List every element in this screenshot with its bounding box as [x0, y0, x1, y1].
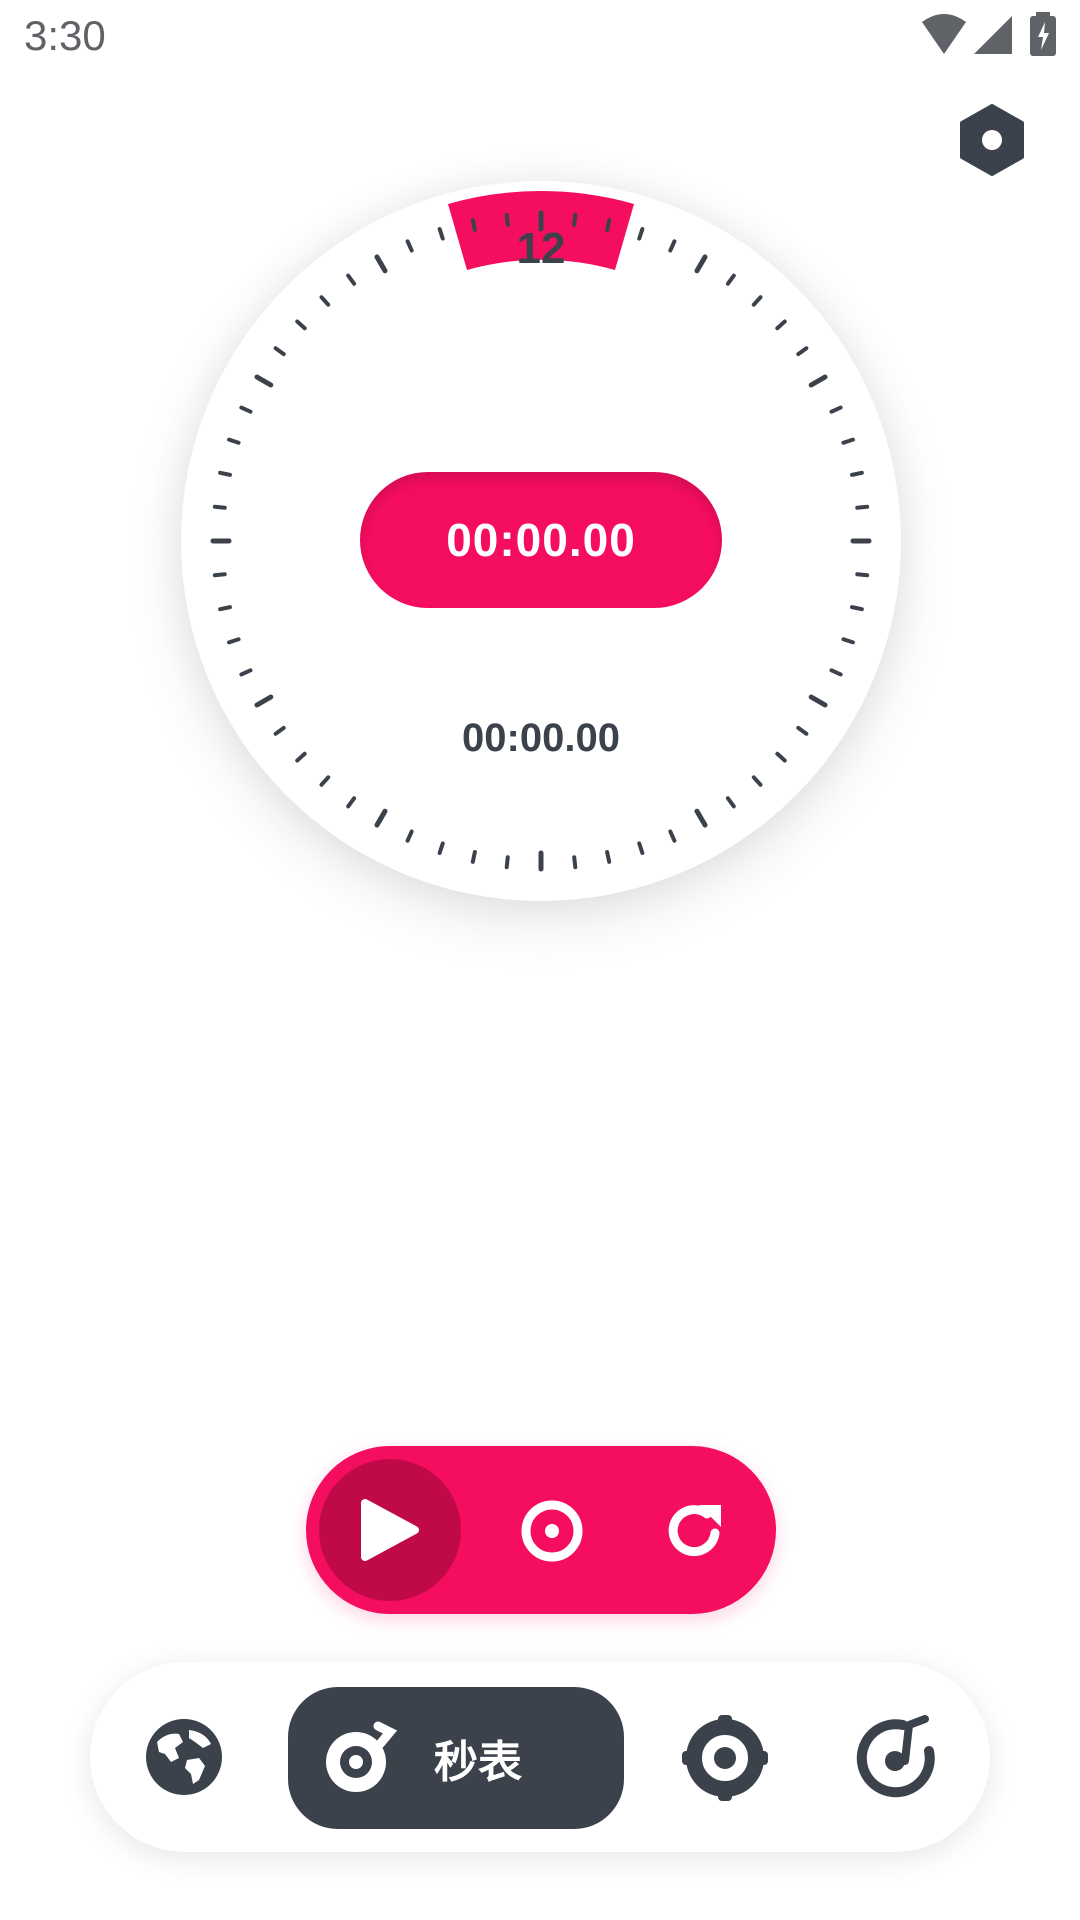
dial-tick — [239, 668, 253, 677]
dial-tick — [796, 346, 809, 357]
dial-tick — [227, 437, 241, 445]
dial-tick — [637, 227, 645, 241]
dial-tick — [808, 374, 828, 388]
lap-button[interactable] — [512, 1491, 592, 1571]
dial-tick — [751, 775, 763, 787]
dial-tick — [504, 212, 510, 227]
dial-tick — [437, 227, 445, 241]
dial-tick — [218, 470, 232, 477]
dial-tick — [668, 239, 677, 253]
dial-tick — [470, 850, 477, 864]
dial-tick — [775, 751, 787, 763]
lap-target-icon — [521, 1500, 583, 1562]
wifi-icon — [922, 14, 966, 54]
timer-icon — [682, 1715, 768, 1801]
dial-tick — [374, 808, 388, 828]
dial-tick — [239, 405, 253, 414]
dial-tick — [346, 796, 357, 809]
dial-tick — [319, 295, 331, 307]
dial-tick — [504, 855, 510, 870]
dial-tick — [751, 295, 763, 307]
dial-tick — [850, 605, 864, 612]
dial-tick — [775, 319, 787, 331]
dial-tick — [572, 855, 578, 870]
dial-tick — [295, 751, 307, 763]
play-icon — [361, 1499, 419, 1561]
dial-tick — [295, 319, 307, 331]
nav-stopwatch[interactable]: 秒表 — [288, 1687, 624, 1829]
music-note-icon — [856, 1715, 935, 1798]
dial-tick — [227, 637, 241, 645]
nav-timer[interactable] — [680, 1713, 770, 1803]
dial-tick — [694, 254, 708, 274]
reset-icon — [668, 1505, 721, 1557]
dial-tick — [254, 374, 274, 388]
dial-tick — [725, 273, 736, 286]
dial-top-label: 12 — [517, 224, 566, 273]
dial-tick — [796, 725, 809, 736]
dial-tick — [346, 273, 357, 286]
dial-tick — [572, 212, 578, 227]
dial-tick — [694, 808, 708, 828]
dial-tick — [605, 850, 612, 864]
dial-tick — [829, 405, 843, 414]
battery-charging-icon — [1030, 12, 1056, 56]
dial-tick — [725, 796, 736, 809]
bottom-navigation: 秒表 — [90, 1662, 990, 1852]
dial-tick — [212, 504, 227, 510]
reset-button[interactable] — [655, 1491, 735, 1571]
dial-tick — [637, 841, 645, 855]
dial-tick — [405, 829, 414, 843]
stopwatch-icon — [326, 1721, 398, 1792]
signal-icon — [974, 16, 1012, 54]
dial-tick — [218, 605, 232, 612]
settings-hexagon-icon — [960, 104, 1024, 176]
dial-tick — [374, 254, 388, 274]
dial-tick — [212, 572, 227, 578]
dial-tick — [470, 218, 477, 232]
status-time: 3:30 — [24, 12, 106, 59]
dial-tick — [319, 775, 331, 787]
dial-tick — [841, 437, 855, 445]
dial-tick — [273, 725, 286, 736]
dial-tick — [605, 218, 612, 232]
dial-tick — [808, 694, 828, 708]
dial-tick — [850, 470, 864, 477]
nav-music[interactable] — [855, 1715, 939, 1799]
dial-tick — [437, 841, 445, 855]
globe-icon — [146, 1719, 222, 1795]
dial-tick — [273, 346, 286, 357]
dial-tick — [841, 637, 855, 645]
dial-tick — [855, 572, 870, 578]
dial-tick — [668, 829, 677, 843]
nav-world-clock[interactable] — [144, 1717, 224, 1797]
settings-button[interactable] — [958, 104, 1026, 176]
dial-tick — [254, 694, 274, 708]
status-icons — [920, 12, 1080, 62]
status-bar: 3:30 — [0, 0, 1080, 80]
nav-stopwatch-label: 秒表 — [434, 1738, 522, 1787]
dial-tick — [829, 668, 843, 677]
main-time-display[interactable]: 00:00.00 — [360, 472, 722, 608]
dial-tick — [855, 504, 870, 510]
main-time-text: 00:00.00 — [446, 514, 636, 566]
lap-time-text: 00:00.00 — [462, 716, 620, 760]
dial-tick — [405, 239, 414, 253]
stopwatch-controls — [306, 1446, 776, 1614]
play-button[interactable] — [319, 1459, 461, 1601]
